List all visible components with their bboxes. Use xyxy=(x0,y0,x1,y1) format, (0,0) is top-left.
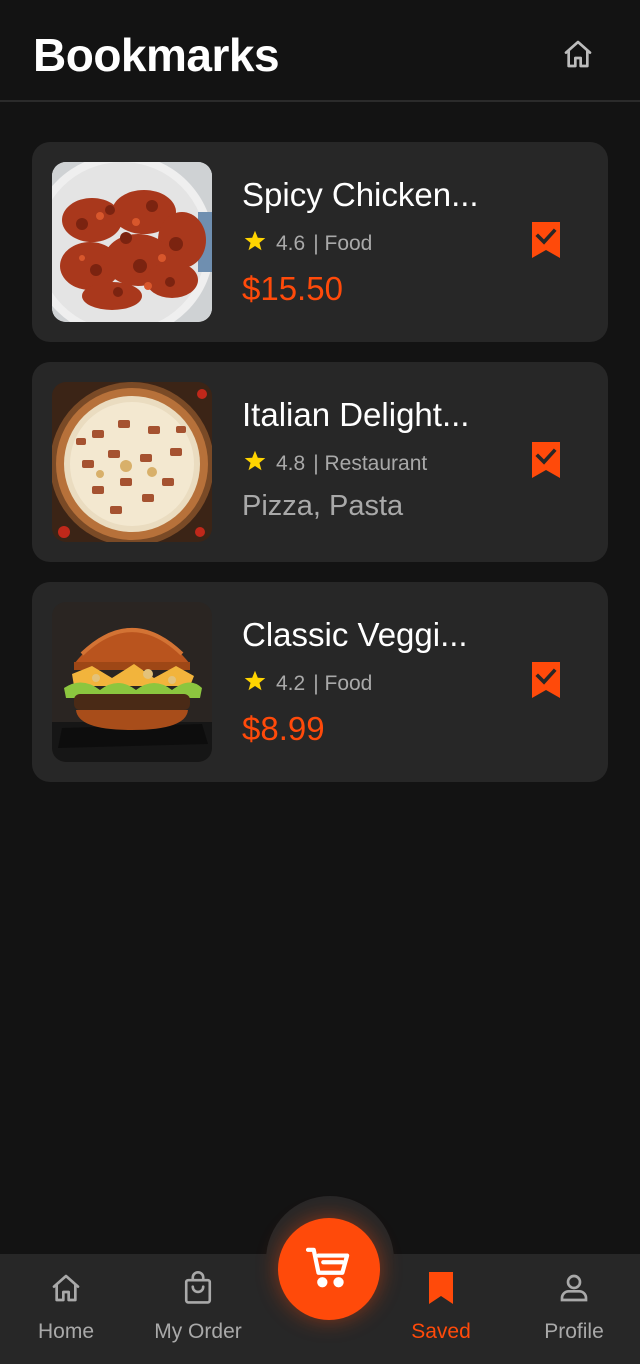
fried-chicken-image xyxy=(52,162,212,322)
person-icon xyxy=(558,1268,590,1308)
burger-image xyxy=(52,602,212,762)
shopping-bag-icon xyxy=(182,1268,214,1308)
rating-value: 4.2 xyxy=(276,672,306,695)
bookmarks-screen: Bookmarks Spicy Chicken... 4.6 | Food $1… xyxy=(0,0,640,1364)
rating-value: 4.8 xyxy=(276,452,306,475)
category-label: | Restaurant xyxy=(313,452,428,475)
page-title: Bookmarks xyxy=(33,29,280,81)
cart-icon xyxy=(305,1246,352,1293)
home-icon xyxy=(561,38,595,75)
star-icon xyxy=(242,228,268,260)
nav-profile-label: Profile xyxy=(544,1320,604,1343)
bookmark-card[interactable]: Spicy Chicken... 4.6 | Food $15.50 xyxy=(32,142,608,342)
nav-saved[interactable]: Saved xyxy=(376,1254,506,1364)
bookmark-card[interactable]: Italian Delight... 4.8 | Restaurant Pizz… xyxy=(32,362,608,562)
bookmark-card[interactable]: Classic Veggi... 4.2 | Food $8.99 xyxy=(32,582,608,782)
cart-button[interactable] xyxy=(278,1218,380,1320)
cuisine-label: Pizza, Pasta xyxy=(242,490,404,522)
nav-my-order[interactable]: My Order xyxy=(133,1254,263,1364)
card-title: Classic Veggi... xyxy=(242,616,468,653)
home-button[interactable] xyxy=(558,36,598,76)
nav-profile[interactable]: Profile xyxy=(509,1254,639,1364)
rating-value: 4.6 xyxy=(276,232,306,255)
bookmark-check-icon xyxy=(531,661,561,704)
pizza-image xyxy=(52,382,212,542)
nav-saved-label: Saved xyxy=(411,1320,471,1343)
header: Bookmarks xyxy=(0,0,640,102)
card-title: Spicy Chicken... xyxy=(242,176,479,213)
price: $8.99 xyxy=(242,710,325,747)
card-title: Italian Delight... xyxy=(242,396,470,433)
remove-bookmark-button[interactable] xyxy=(528,221,564,264)
category-label: | Food xyxy=(313,672,373,695)
home-icon xyxy=(49,1268,83,1308)
rating-row: 4.2 | Food xyxy=(242,668,372,700)
price: $15.50 xyxy=(242,270,343,307)
remove-bookmark-button[interactable] xyxy=(528,441,564,484)
bookmark-check-icon xyxy=(531,441,561,484)
bookmark-check-icon xyxy=(531,221,561,264)
rating-row: 4.8 | Restaurant xyxy=(242,448,427,480)
bookmark-icon xyxy=(428,1268,454,1308)
remove-bookmark-button[interactable] xyxy=(528,661,564,704)
star-icon xyxy=(242,668,268,700)
nav-my-order-label: My Order xyxy=(154,1320,242,1343)
rating-row: 4.6 | Food xyxy=(242,228,372,260)
category-label: | Food xyxy=(313,232,373,255)
nav-home[interactable]: Home xyxy=(1,1254,131,1364)
nav-home-label: Home xyxy=(37,1320,95,1343)
star-icon xyxy=(242,448,268,480)
